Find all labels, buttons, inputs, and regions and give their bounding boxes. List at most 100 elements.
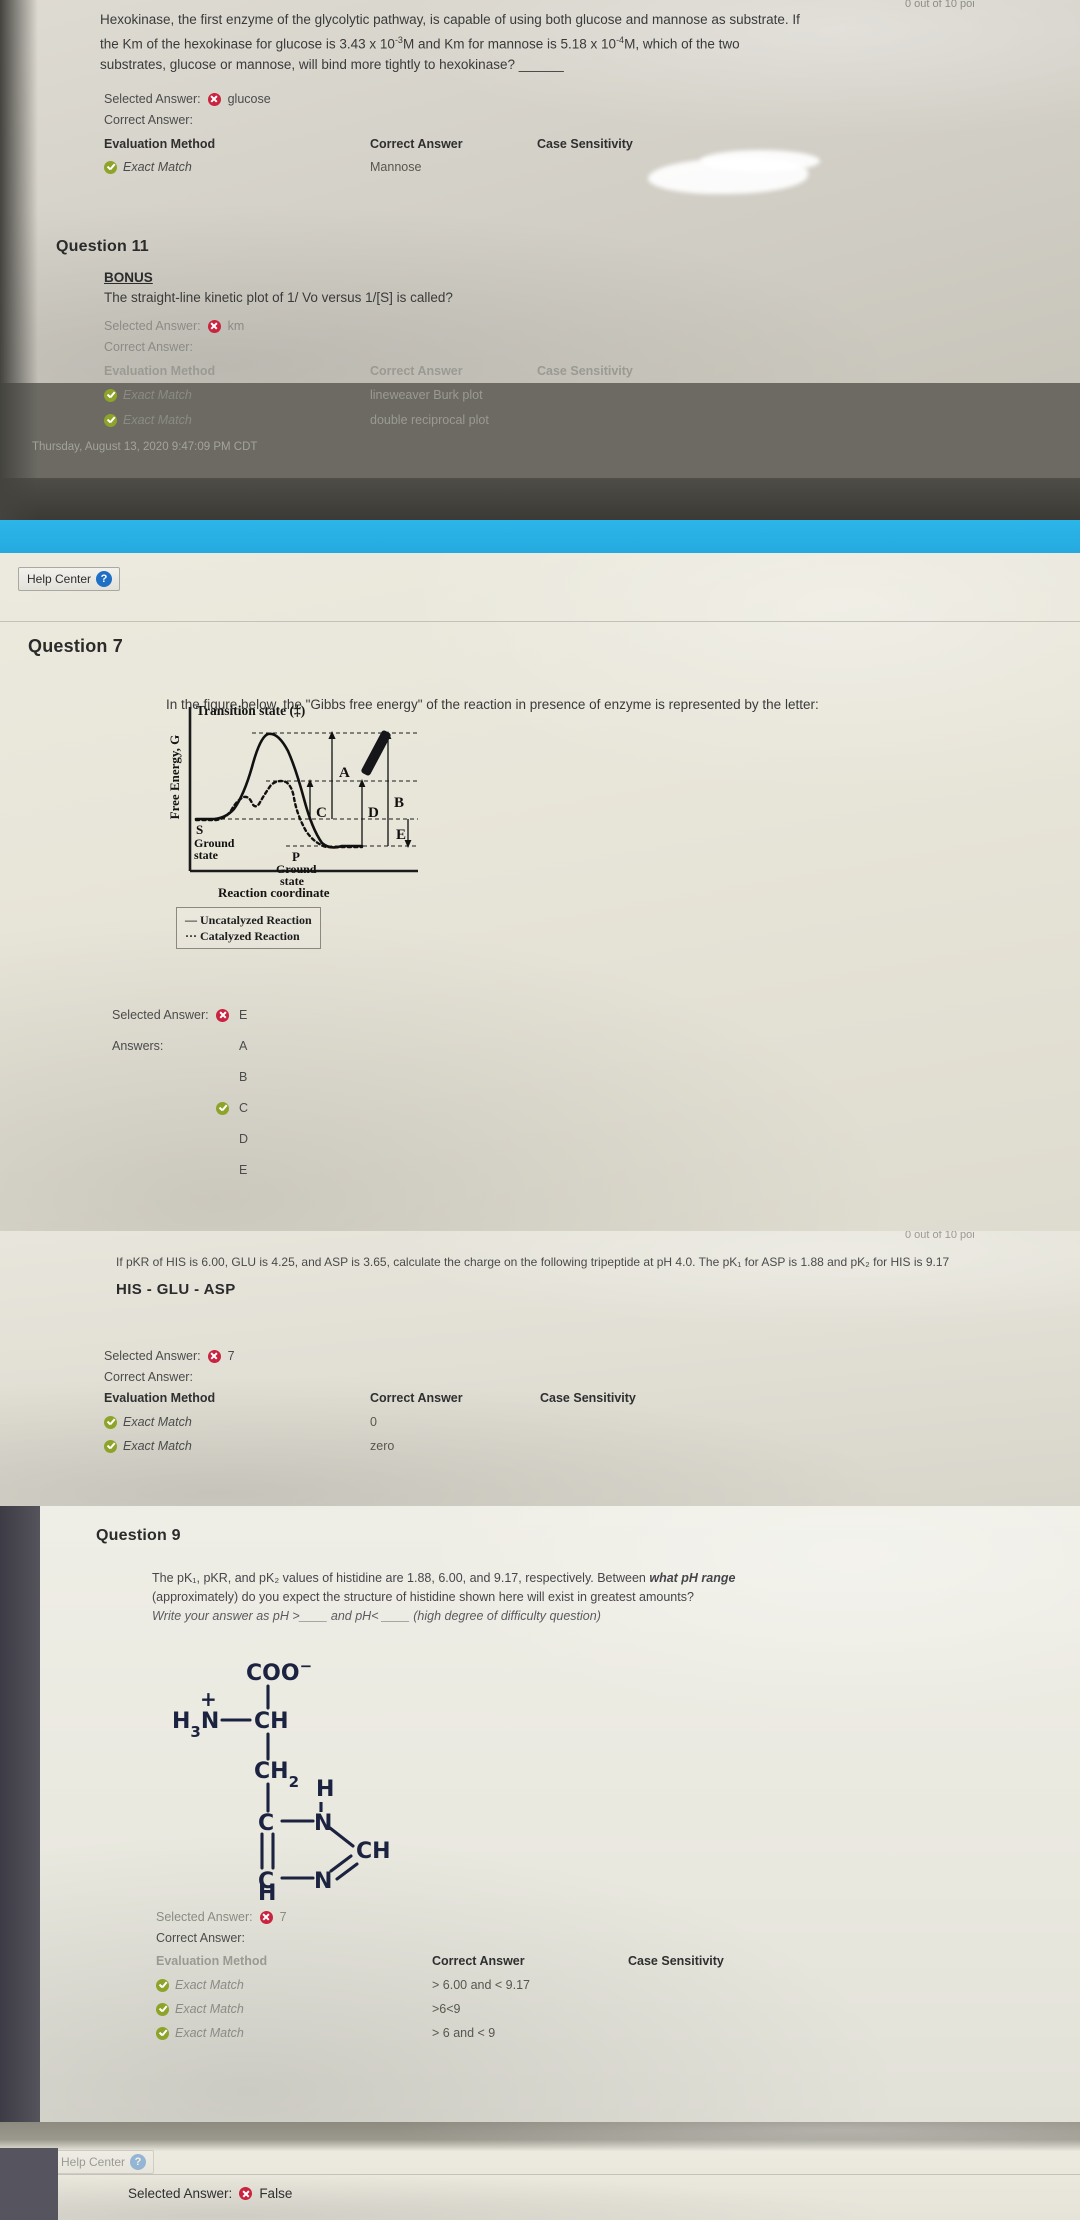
selected-answer-row-q7: Selected Answer: E xyxy=(112,1008,248,1022)
chem-ch: CH xyxy=(254,1709,289,1734)
help-center-button[interactable]: Help Center ? xyxy=(18,567,121,591)
selected-answer-row-q11: Selected Answer: km xyxy=(104,319,244,333)
correct-answer-value: Mannose xyxy=(370,160,422,174)
selected-answer-value: False xyxy=(259,2186,293,2201)
correct-answer-label: Correct Answer: xyxy=(104,1370,193,1384)
answer-option-b[interactable]: B xyxy=(239,1070,247,1084)
col-evaluation-method: Evaluation Method xyxy=(104,364,216,378)
incorrect-icon xyxy=(207,1349,221,1363)
question-mark-icon[interactable]: ? xyxy=(96,571,113,587)
question-9-text-emphasis: what pH range xyxy=(649,1571,736,1585)
correct-answer-label: Correct Answer: xyxy=(104,113,193,127)
legend-label-uncatalyzed: Uncatalyzed Reaction xyxy=(200,913,312,927)
selected-answer-value: 7 xyxy=(227,1349,235,1363)
panel-question-7: Help Center ? Question 7 In the figure b… xyxy=(0,553,1080,1231)
question-tripeptide-text: If pKR of HIS is 6.00, GLU is 4.25, and … xyxy=(116,1255,950,1269)
screen-glare xyxy=(0,2122,1080,2220)
chem-ring-h-top: H xyxy=(316,1777,334,1802)
correct-answer-row-q11: Correct Answer: xyxy=(104,340,244,354)
table-row: Exact Match > 6.00 and < 9.17 xyxy=(156,1978,1036,1992)
answer-option-e[interactable]: E xyxy=(239,1163,247,1177)
question-9-title: Question 9 xyxy=(96,1527,181,1544)
col-correct-answer: Correct Answer xyxy=(370,364,463,378)
marker-D: D xyxy=(368,805,379,821)
answer-option-d[interactable]: D xyxy=(239,1132,248,1146)
evaluation-method-value: Exact Match xyxy=(123,413,192,427)
selected-answer-label: Selected Answer: xyxy=(104,1349,201,1363)
col-evaluation-method: Evaluation Method xyxy=(104,137,216,151)
bonus-label: BONUS xyxy=(104,270,153,285)
selected-answer-row: Selected Answer: glucose xyxy=(104,92,271,106)
legend-item-uncatalyzed: — Uncatalyzed Reaction xyxy=(185,912,312,928)
chem-ring-h-bottom: H xyxy=(258,1881,276,1901)
col-correct-answer: Correct Answer xyxy=(432,1954,525,1968)
answers-row-b: B xyxy=(112,1070,248,1084)
eval-table-header-q9: Evaluation Method Correct Answer Case Se… xyxy=(156,1954,1036,1968)
peptide-sequence: HIS - GLU - ASP xyxy=(116,1281,236,1298)
col-case-sensitivity: Case Sensitivity xyxy=(537,137,633,151)
answers-row-c: C xyxy=(112,1101,248,1115)
marker-C: C xyxy=(316,805,327,821)
legend-dash-dotted: ··· xyxy=(185,929,198,943)
correct-answer-label: Correct Answer: xyxy=(104,340,193,354)
label-S: S xyxy=(196,822,203,837)
legend-label-catalyzed: Catalyzed Reaction xyxy=(200,929,300,943)
correct-icon xyxy=(104,1439,117,1453)
incorrect-icon xyxy=(216,1008,229,1022)
histidine-structure: COO− H3N + CH CH2 C N H CH C N H xyxy=(150,1656,480,1906)
evaluation-method-value: Exact Match xyxy=(175,2002,244,2016)
answer-option-a[interactable]: A xyxy=(239,1039,247,1053)
correct-answer-value: zero xyxy=(370,1439,395,1453)
histidine-svg: COO− H3N + CH CH2 C N H CH C N H xyxy=(172,1657,391,1906)
evaluation-method-value: Exact Match xyxy=(123,1415,192,1429)
question-mark-icon[interactable]: ? xyxy=(130,2154,147,2170)
points-clipped: 0 out of 10 poi xyxy=(905,1231,975,1241)
evaluation-method-value: Exact Match xyxy=(123,388,192,402)
correct-answer-row: Correct Answer: xyxy=(104,113,271,127)
help-center-label: Help Center xyxy=(61,2155,126,2169)
table-row: Exact Match > 6 and < 9 xyxy=(156,2026,1036,2040)
q11-row-1: Exact Match lineweaver Burk plot xyxy=(104,388,904,406)
selected-answer-value: glucose xyxy=(227,92,271,106)
col-case-sensitivity: Case Sensitivity xyxy=(628,1954,724,1968)
chem-ring-ch: CH xyxy=(356,1839,391,1864)
correct-icon xyxy=(104,413,117,427)
col-correct-answer: Correct Answer xyxy=(370,137,463,151)
correct-answer-row-q9: Correct Answer: xyxy=(156,1931,287,1945)
correct-answer-row-tripeptide: Correct Answer: xyxy=(104,1370,235,1384)
evaluation-method-value: Exact Match xyxy=(175,1978,244,1992)
vignette-left-bottom xyxy=(0,2148,58,2220)
evaluation-method-value: Exact Match xyxy=(175,2026,244,2040)
eval-table-header: Evaluation Method Correct Answer Case Se… xyxy=(104,137,904,151)
chem-ch2: CH2 xyxy=(254,1759,299,1791)
selected-answer-label: Selected Answer: xyxy=(104,319,201,333)
incorrect-icon xyxy=(239,2187,253,2200)
header-divider xyxy=(0,621,1080,622)
marker-E: E xyxy=(396,827,406,843)
correct-icon xyxy=(104,1415,117,1429)
table-row: Exact Match >6<9 xyxy=(156,2002,1036,2016)
evaluation-method-value: Exact Match xyxy=(123,1439,192,1453)
col-case-sensitivity: Case Sensitivity xyxy=(537,364,633,378)
incorrect-icon xyxy=(207,92,221,106)
correct-answer-value: > 6 and < 9 xyxy=(432,2026,496,2040)
chem-ring-n2: N xyxy=(314,1869,332,1894)
incorrect-icon xyxy=(259,1910,273,1924)
bottom-divider xyxy=(58,2174,1080,2175)
figure-legend: — Uncatalyzed Reaction ··· Catalyzed Rea… xyxy=(176,907,321,949)
question-9-text: The pK₁, pKR, and pK₂ values of histidin… xyxy=(152,1569,812,1626)
correct-answer-value: >6<9 xyxy=(432,2002,461,2016)
correct-icon xyxy=(104,388,117,402)
help-center-bar-bottom: Help Center ? xyxy=(52,2150,155,2174)
panel-tripeptide: 0 out of 10 poi If pKR of HIS is 6.00, G… xyxy=(0,1231,1080,1506)
correct-answer-value: double reciprocal plot xyxy=(370,413,489,427)
correct-answer-value: > 6.00 and < 9.17 xyxy=(432,1978,531,1992)
evaluation-method-value: Exact Match xyxy=(123,160,192,174)
eval-table-header-tripeptide: Evaluation Method Correct Answer Case Se… xyxy=(104,1391,1004,1405)
correct-answer-value: lineweaver Burk plot xyxy=(370,388,483,402)
selected-answer-value: km xyxy=(227,319,245,333)
answer-option-c[interactable]: C xyxy=(239,1101,248,1115)
panel1-bottom-shadow xyxy=(0,478,1080,520)
help-center-button[interactable]: Help Center ? xyxy=(52,2150,155,2174)
selected-answer-row-tripeptide: Selected Answer: 7 xyxy=(104,1349,235,1363)
